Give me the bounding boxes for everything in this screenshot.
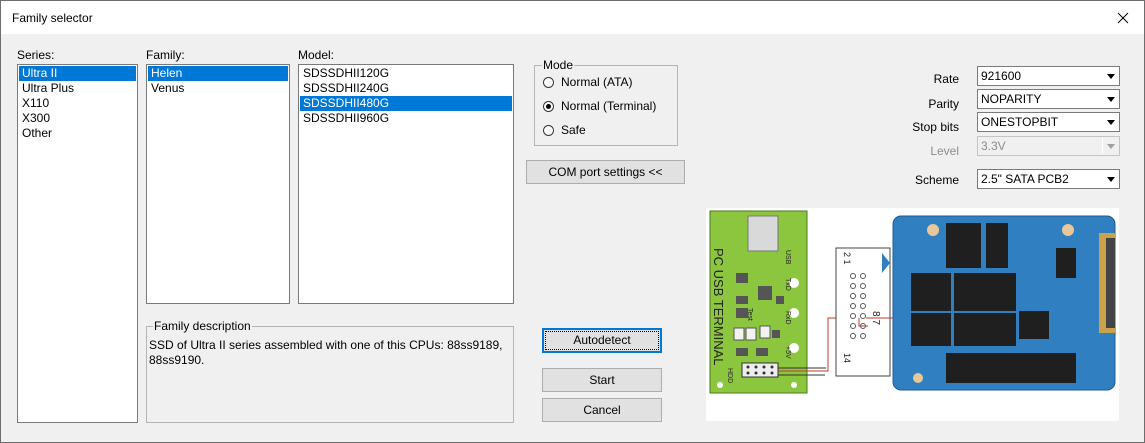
- mode-option-label: Normal (ATA): [561, 75, 633, 89]
- family-description-group: Family description SSD of Ultra II serie…: [146, 319, 514, 423]
- pin-label: RxD: [784, 311, 791, 325]
- mode-radio-safe[interactable]: Safe: [543, 123, 586, 137]
- series-list-item[interactable]: Ultra Plus: [19, 81, 136, 96]
- pin-label: Test: [746, 308, 753, 321]
- title-bar: Family selector: [1, 1, 1144, 34]
- family-list[interactable]: Helen Venus: [146, 64, 290, 304]
- family-list-item[interactable]: Venus: [148, 81, 288, 96]
- series-list[interactable]: Ultra II Ultra Plus X110 X300 Other: [17, 64, 138, 423]
- series-list-item[interactable]: X300: [19, 111, 136, 126]
- model-list-item[interactable]: SDSSDHII480G: [300, 96, 512, 111]
- mode-label: Mode: [542, 58, 575, 72]
- model-list-item[interactable]: SDSSDHII240G: [300, 81, 512, 96]
- com-port-settings-button[interactable]: COM port settings <<: [526, 160, 685, 184]
- family-selector-window: Family selector Series: Ultra II Ultra Pl…: [0, 0, 1145, 443]
- model-list-item[interactable]: SDSSDHII960G: [300, 111, 512, 126]
- model-list-item[interactable]: SDSSDHII120G: [300, 66, 512, 81]
- series-list-item[interactable]: Ultra II: [19, 66, 136, 81]
- chevron-down-icon[interactable]: [1102, 114, 1118, 130]
- radio-dot: [543, 124, 554, 136]
- radio-dot-selected: [543, 100, 554, 112]
- chevron-down-icon: [1102, 138, 1118, 154]
- pin-label: +5V: [784, 346, 791, 359]
- mode-radio-normal-terminal[interactable]: Normal (Terminal): [543, 99, 656, 113]
- family-description-text: SSD of Ultra II series assembled with on…: [149, 338, 503, 367]
- connector-bottom-label: 14: [842, 353, 852, 363]
- pin-label: USB: [784, 250, 791, 265]
- window-title: Family selector: [12, 11, 93, 25]
- series-list-item[interactable]: Other: [19, 126, 136, 141]
- series-list-item[interactable]: X110: [19, 96, 136, 111]
- start-button[interactable]: Start: [542, 368, 662, 392]
- mode-radio-normal-ata[interactable]: Normal (ATA): [543, 75, 633, 89]
- rate-value: 921600: [981, 69, 1022, 83]
- level-value: 3.3V: [981, 139, 1006, 153]
- stop-bits-value: ONESTOPBIT: [981, 115, 1059, 129]
- autodetect-button[interactable]: Autodetect: [542, 328, 662, 353]
- cancel-button[interactable]: Cancel: [542, 398, 662, 422]
- mode-option-label: Normal (Terminal): [561, 99, 657, 113]
- connector-top-label: 2 1: [842, 252, 852, 265]
- parity-combo[interactable]: NOPARITY: [977, 89, 1120, 109]
- level-combo: 3.3V: [977, 136, 1120, 156]
- scheme-value: 2.5" SATA PCB2: [981, 172, 1069, 186]
- level-label: Level: [930, 144, 959, 158]
- model-list[interactable]: SDSSDHII120G SDSSDHII240G SDSSDHII480G SDSS…: [298, 64, 514, 304]
- pin-label: HDD: [726, 368, 733, 383]
- parity-value: NOPARITY: [981, 92, 1042, 106]
- radio-dot: [543, 76, 554, 88]
- rate-label: Rate: [933, 72, 959, 86]
- chevron-down-icon[interactable]: [1102, 171, 1118, 187]
- family-description-label: Family description: [153, 319, 252, 333]
- chevron-down-icon[interactable]: [1102, 91, 1118, 107]
- close-icon[interactable]: [1112, 7, 1134, 29]
- stop-bits-label: Stop bits: [912, 120, 959, 134]
- rate-combo[interactable]: 921600: [977, 66, 1120, 86]
- terminal-label: PC USB TERMINAL: [711, 248, 726, 366]
- scheme-combo[interactable]: 2.5" SATA PCB2: [977, 169, 1120, 189]
- family-label: Family:: [146, 48, 185, 62]
- model-label: Model:: [298, 48, 335, 62]
- wiring-diagram: PC USB TERMINAL USB TxD RxD +5V Test HDD…: [706, 208, 1119, 421]
- pin-label: TxD: [784, 278, 791, 291]
- scheme-label: Scheme: [914, 173, 959, 187]
- parity-label: Parity: [928, 97, 959, 111]
- chevron-down-icon[interactable]: [1102, 68, 1118, 84]
- family-list-item[interactable]: Helen: [148, 66, 288, 81]
- mode-option-label: Safe: [561, 123, 586, 137]
- series-label: Series:: [17, 48, 55, 62]
- stop-bits-combo[interactable]: ONESTOPBIT: [977, 112, 1120, 132]
- autodetect-label: Autodetect: [545, 331, 659, 350]
